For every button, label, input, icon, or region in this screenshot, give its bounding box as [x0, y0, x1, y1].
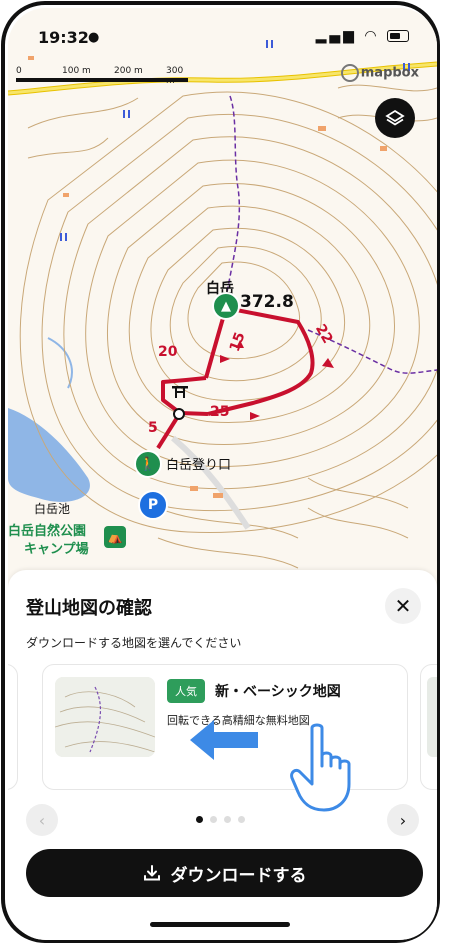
swipe-arrow-icon	[190, 720, 258, 760]
trail-time-5: 5	[148, 420, 158, 436]
pond-label: 白岳池	[34, 502, 71, 516]
page-dot[interactable]	[238, 816, 245, 823]
sheet-subtitle: ダウンロードする地図を選んでください	[26, 636, 242, 650]
page-dot[interactable]	[196, 816, 203, 823]
map-scale: 0 100 m 200 m 300 m	[16, 66, 188, 86]
campsite-label-1: 白岳自然公園	[8, 524, 87, 539]
scale-bar	[16, 78, 188, 82]
peak-icon[interactable]: ▲	[212, 292, 240, 320]
sheet-title: 登山地図の確認	[26, 598, 152, 619]
trailhead-label: 白岳登り口	[166, 458, 232, 473]
next-button[interactable]: ›	[387, 804, 419, 836]
scale-label-100: 100 m	[62, 66, 91, 76]
wifi-icon: ◠	[364, 28, 380, 44]
download-label: ダウンロードする	[170, 865, 307, 886]
trail-time-20: 20	[158, 344, 178, 360]
map-thumbnail	[55, 677, 155, 757]
status-time: 19:32	[38, 28, 89, 47]
prev-button[interactable]: ‹	[26, 804, 58, 836]
map-card-prev[interactable]	[8, 664, 18, 790]
status-bar: 19:32 ● ▂▄▆ ◠	[8, 18, 437, 48]
trail-time-25: 25	[210, 404, 230, 420]
scale-label-300: 300 m	[166, 66, 184, 86]
campsite-label-2: キャンプ場	[24, 542, 89, 557]
close-icon: ✕	[394, 594, 412, 618]
trailhead-icon[interactable]: 🚶	[134, 450, 162, 478]
map-card-name: 新・ベーシック地図	[215, 684, 341, 700]
screen: 白岳 ▲ 372.8 20 15 22 25 5 🚶 白岳登り口 白岳池 P 白…	[8, 8, 437, 940]
person-icon: ●	[88, 30, 100, 45]
mapbox-icon	[340, 64, 359, 82]
chevron-left-icon: ‹	[38, 810, 46, 830]
status-icons: ▂▄▆ ◠	[316, 28, 409, 44]
mapbox-attribution[interactable]: mapbox	[340, 64, 419, 82]
campsite-icon[interactable]: ⛺	[104, 526, 126, 548]
pagination-dots	[196, 816, 245, 823]
layers-icon	[385, 109, 405, 126]
popular-badge: 人気	[167, 679, 205, 703]
parking-icon[interactable]: P	[138, 490, 168, 520]
home-indicator	[150, 922, 290, 927]
download-icon	[143, 865, 160, 881]
topo-map[interactable]: 白岳 ▲ 372.8 20 15 22 25 5 🚶 白岳登り口 白岳池 P 白…	[8, 8, 437, 608]
page-dot[interactable]	[210, 816, 217, 823]
page-dot[interactable]	[224, 816, 231, 823]
battery-icon	[387, 30, 409, 42]
mapbox-text: mapbox	[360, 65, 419, 81]
download-button[interactable]: ダウンロードする	[26, 849, 423, 897]
scale-label-200: 200 m	[114, 66, 143, 76]
signal-icon: ▂▄▆	[315, 28, 357, 44]
map-card-next[interactable]	[420, 664, 437, 790]
chevron-right-icon: ›	[399, 810, 407, 830]
phone-frame: 白岳 ▲ 372.8 20 15 22 25 5 🚶 白岳登り口 白岳池 P 白…	[0, 0, 449, 952]
layers-button[interactable]	[375, 98, 415, 138]
peak-elevation: 372.8	[240, 292, 294, 312]
scale-label-0: 0	[16, 66, 22, 76]
close-button[interactable]: ✕	[385, 588, 421, 624]
hand-pointer-icon	[290, 723, 351, 812]
